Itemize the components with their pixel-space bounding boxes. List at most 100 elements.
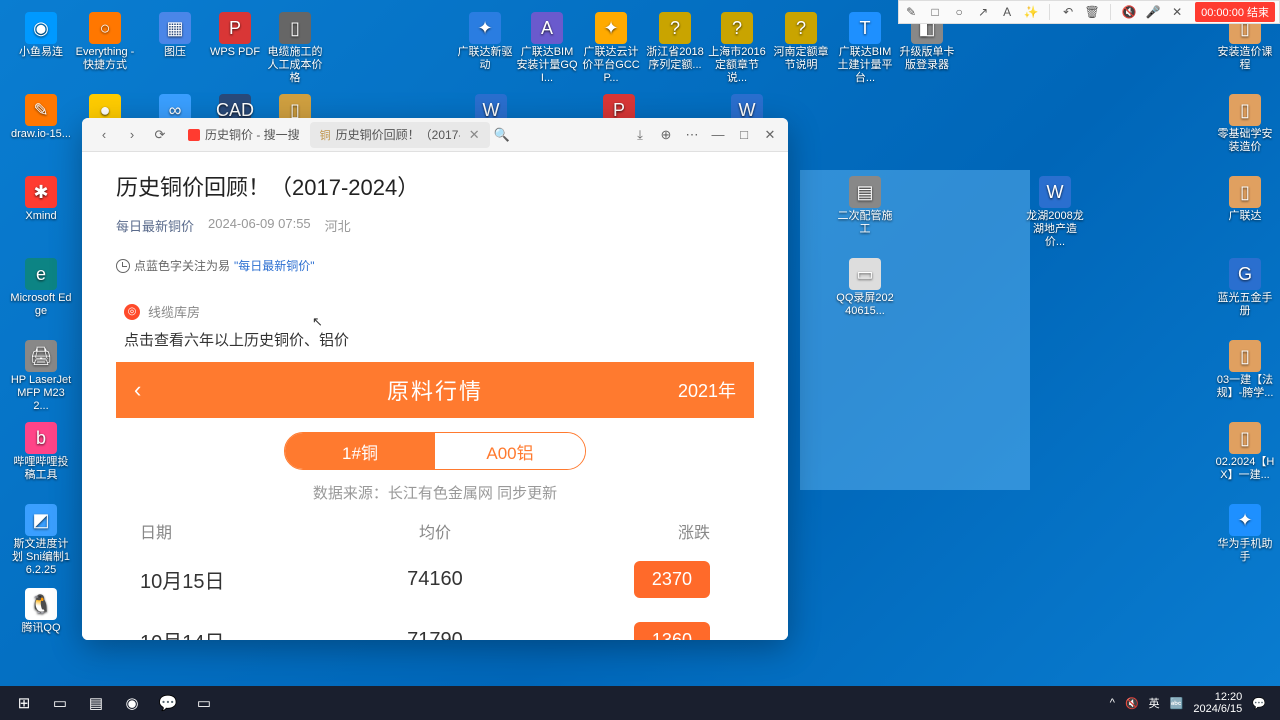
tip-link[interactable]: "每日最新铜价" xyxy=(234,257,315,274)
rec-tool-icon[interactable]: ↗ xyxy=(975,4,991,20)
desktop-icon[interactable]: ✦广联达新驱动 xyxy=(454,12,516,72)
desktop-icon[interactable]: eMicrosoft Edge xyxy=(10,258,72,318)
app-icon: b xyxy=(25,422,57,454)
taskbar-clock[interactable]: 12:20 2024/6/15 xyxy=(1193,691,1242,715)
icon-label: 广联达 xyxy=(1229,210,1262,223)
task-app[interactable]: ▤ xyxy=(78,689,114,717)
maximize-button[interactable]: □ xyxy=(732,123,756,147)
desktop-icon[interactable]: ▤二次配管施工 xyxy=(834,176,896,236)
desktop-icon[interactable]: ?河南定额章节说明 xyxy=(770,12,832,72)
desktop-icon[interactable]: ▭QQ录屏20240615... xyxy=(834,258,896,318)
desktop-icon[interactable]: ▯03一建【法规】-胯学... xyxy=(1214,340,1276,400)
desktop-icon[interactable]: ✦广联达云计价平台GCCP... xyxy=(580,12,642,86)
nav-back-button[interactable]: ‹ xyxy=(92,123,116,147)
seg-copper[interactable]: 1#铜 xyxy=(285,433,435,469)
banner: ‹ 原料行情 2021年 xyxy=(116,362,754,418)
rec-tool-icon[interactable]: ✕ xyxy=(1169,4,1185,20)
article-title: 历史铜价回顾！（2017-2024） xyxy=(116,170,754,202)
nav-forward-button[interactable]: › xyxy=(120,123,144,147)
segment-control: 1#铜 A00铝 xyxy=(116,418,754,478)
record-timer[interactable]: 00:00:00 结束 xyxy=(1195,2,1275,22)
desktop-icon[interactable]: ?上海市2016定额章节说... xyxy=(706,12,768,86)
start-button[interactable]: ⊞ xyxy=(6,689,42,717)
desktop-icon[interactable]: ○Everything - 快捷方式 xyxy=(74,12,136,72)
seg-aluminum[interactable]: A00铝 xyxy=(435,433,585,469)
icon-label: 小鱼易连 xyxy=(19,46,63,59)
tab-prefix: 铜 xyxy=(320,127,331,143)
desktop-icon[interactable]: T广联达BIM土建计量平台... xyxy=(834,12,896,86)
rec-tool-icon[interactable]: ↶ xyxy=(1060,4,1076,20)
rec-tool-icon[interactable]: □ xyxy=(927,4,943,20)
desktop-icon[interactable]: 🖨HP LaserJet MFP M232... xyxy=(10,340,72,414)
desktop-icon[interactable]: ▯零基础学安装造价 xyxy=(1214,94,1276,154)
desktop-icon[interactable]: PWPS PDF xyxy=(204,12,266,59)
icon-label: 广联达BIM安装计量GQI... xyxy=(516,46,578,86)
icon-label: HP LaserJet MFP M232... xyxy=(10,374,72,414)
table-row[interactable]: 10月14日717901360 xyxy=(116,610,754,640)
tray-ime[interactable]: 英 xyxy=(1149,695,1160,711)
tab-article[interactable]: 铜 历史铜价回顾！（2017-202 ✕ xyxy=(310,122,490,148)
rec-tool-icon[interactable]: ○ xyxy=(951,4,967,20)
desktop-icon[interactable]: ✱Xmind xyxy=(10,176,72,223)
banner-back-button[interactable]: ‹ xyxy=(134,377,141,403)
desktop-icon[interactable]: A广联达BIM安装计量GQI... xyxy=(516,12,578,86)
tray-ime-icon[interactable]: 🔤 xyxy=(1170,697,1184,710)
article-source[interactable]: 每日最新铜价 xyxy=(116,216,194,235)
app-icon: ▤ xyxy=(849,176,881,208)
clock-icon xyxy=(116,259,130,273)
nav-reload-button[interactable]: ⟳ xyxy=(148,123,172,147)
change-badge: 1360 xyxy=(634,622,710,640)
icon-label: 蓝光五金手册 xyxy=(1214,292,1276,318)
desktop-icon[interactable]: ?浙江省2018序列定额... xyxy=(644,12,706,72)
tray-volume-icon[interactable]: 🔇 xyxy=(1125,697,1139,710)
tray-notification-icon[interactable]: 💬 xyxy=(1252,697,1266,710)
rec-tool-icon[interactable]: ✨ xyxy=(1023,4,1039,20)
app-icon: ◩ xyxy=(25,504,57,536)
desktop-icon[interactable]: ✎draw.io-15... xyxy=(10,94,72,141)
rec-tool-icon[interactable]: 🔇 xyxy=(1121,4,1137,20)
task-wechat[interactable]: 💬 xyxy=(150,689,186,717)
desktop-icon[interactable]: G蓝光五金手册 xyxy=(1214,258,1276,318)
download-button[interactable]: ⤓ xyxy=(628,123,652,147)
icon-label: QQ录屏20240615... xyxy=(834,292,896,318)
rec-tool-icon[interactable]: 🗑 xyxy=(1084,4,1100,20)
task-app[interactable]: ◉ xyxy=(114,689,150,717)
desktop-icon[interactable]: ▦图压 xyxy=(144,12,206,59)
desktop-icon[interactable]: ◩斯文进度计划 Sni编制16.2.25 xyxy=(10,504,72,578)
desktop-icon[interactable]: ▯电缆施工的人工成本价格 xyxy=(264,12,326,86)
col-date: 日期 xyxy=(140,519,335,543)
desktop-icon[interactable]: ◉小鱼易连 xyxy=(10,12,72,59)
search-button[interactable]: 🔍 xyxy=(490,123,514,147)
tip-line: 点蓝色字关注为易 "每日最新铜价" xyxy=(116,257,754,274)
rec-tool-icon[interactable]: A xyxy=(999,4,1015,20)
app-icon: ▭ xyxy=(849,258,881,290)
card-subtitle[interactable]: 点击查看六年以上历史铜价、铝价 xyxy=(116,321,754,362)
rec-tool-icon[interactable]: ✎ xyxy=(903,4,919,20)
desktop-icon[interactable]: W龙湖2008龙湖地产造价... xyxy=(1024,176,1086,250)
tray-up[interactable]: ^ xyxy=(1110,697,1115,709)
more-button[interactable]: ⋯ xyxy=(680,123,704,147)
desktop-icon[interactable]: b哔哩哔哩投稿工具 xyxy=(10,422,72,482)
desktop-icon[interactable]: ▯广联达 xyxy=(1214,176,1276,223)
icon-label: Everything - 快捷方式 xyxy=(74,46,136,72)
table-row[interactable]: 10月15日741602370 xyxy=(116,549,754,610)
close-button[interactable]: ✕ xyxy=(758,123,782,147)
icon-label: 二次配管施工 xyxy=(834,210,896,236)
tab-close-button[interactable]: ✕ xyxy=(469,127,480,143)
tab-search[interactable]: 历史铜价 - 搜一搜 xyxy=(178,122,310,148)
app-icon: ✱ xyxy=(25,176,57,208)
desktop-icon[interactable]: ▯02.2024【HX】一建... xyxy=(1214,422,1276,482)
icon-label: 电缆施工的人工成本价格 xyxy=(264,46,326,86)
app-icon: G xyxy=(1229,258,1261,290)
task-app[interactable]: ▭ xyxy=(186,689,222,717)
minimize-button[interactable]: — xyxy=(706,123,730,147)
desktop-icon[interactable]: 🐧腾讯QQ xyxy=(10,588,72,635)
desktop-icon[interactable]: ✦华为手机助手 xyxy=(1214,504,1276,564)
globe-button[interactable]: ⊕ xyxy=(654,123,678,147)
banner-year: 2021年 xyxy=(678,377,736,403)
task-explorer[interactable]: ▭ xyxy=(42,689,78,717)
cell-date: 10月14日 xyxy=(140,626,335,640)
app-icon: ▯ xyxy=(279,12,311,44)
rec-tool-icon[interactable]: 🎤 xyxy=(1145,4,1161,20)
icon-label: Microsoft Edge xyxy=(10,292,72,318)
